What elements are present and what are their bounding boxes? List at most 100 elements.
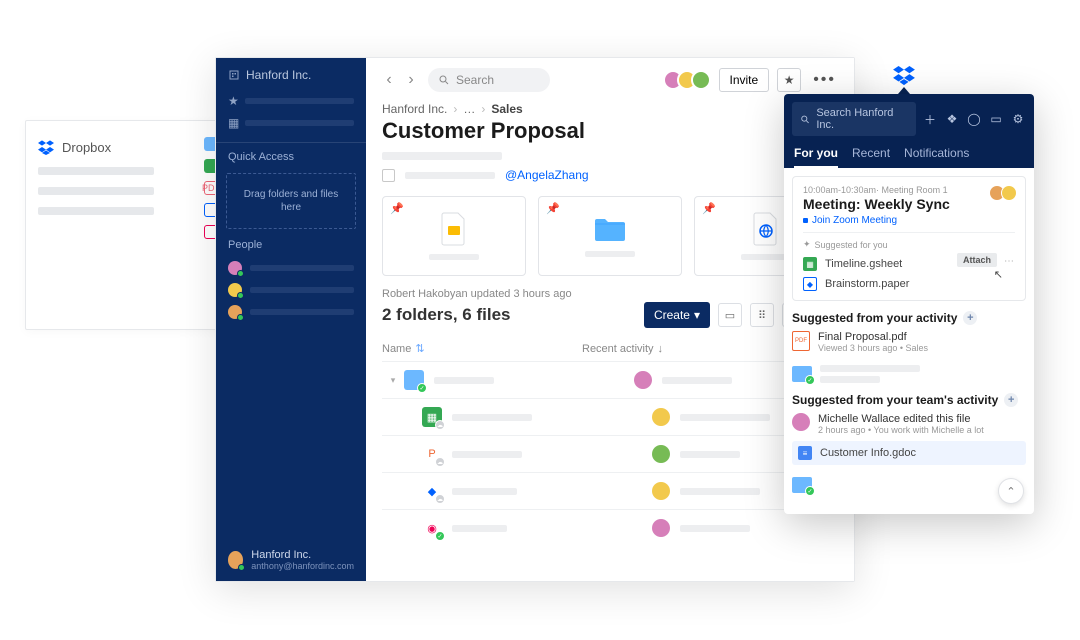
topbar: ‹ › Search Invite ★ ••• <box>366 58 854 102</box>
panel-caret-icon <box>898 87 910 94</box>
table-row[interactable]: P☁ <box>382 435 838 472</box>
dropbox-panel: Search Hanford Inc. ＋ ❖ ◯ ▭ ⚙ For you Re… <box>784 94 1034 514</box>
view-card-button[interactable]: ▭ <box>718 303 742 327</box>
slides-file-icon <box>440 212 468 246</box>
activity-file-item[interactable]: PDF Final Proposal.pdf Viewed 3 hours ag… <box>792 331 1026 353</box>
folder-summary: 2 folders, 6 files <box>382 305 511 325</box>
team-activity-item[interactable]: Michelle Wallace edited this file 2 hour… <box>792 413 1026 435</box>
scroll-up-button[interactable]: ⌃ <box>998 478 1024 504</box>
file-icon: ◉✓ <box>422 518 442 538</box>
sidebar-footer[interactable]: Hanford Inc. anthony@hanfordinc.com <box>216 539 366 581</box>
sort-down-icon: ↓ <box>658 343 664 355</box>
web-file-icon <box>752 212 780 246</box>
chevron-right-icon: › <box>481 102 485 116</box>
avatar <box>792 413 810 431</box>
attach-button[interactable]: Attach <box>957 253 997 267</box>
avatar <box>652 445 670 463</box>
people-item[interactable] <box>216 301 366 323</box>
pinned-card[interactable]: 📌 <box>382 196 526 276</box>
mention-link[interactable]: @AngelaZhang <box>505 168 589 182</box>
breadcrumb: Hanford Inc. › … › Sales <box>382 102 838 116</box>
table-row[interactable]: ◆☁ <box>382 472 838 509</box>
breadcrumb-mid[interactable]: … <box>463 102 475 116</box>
star-button[interactable]: ★ <box>777 68 801 92</box>
page-title: Customer Proposal <box>382 118 838 144</box>
panel-search-input[interactable]: Search Hanford Inc. <box>792 102 916 136</box>
search-icon <box>800 114 810 125</box>
view-grid-small-button[interactable]: ⠿ <box>750 303 774 327</box>
avatar <box>652 408 670 426</box>
gdoc-file-item[interactable]: ≡ Customer Info.gdoc <box>792 441 1026 465</box>
pin-icon: 📌 <box>702 202 716 215</box>
col-name-label[interactable]: Name <box>382 343 411 355</box>
chevron-down-icon: ▾ <box>694 308 700 322</box>
placeholder-bar <box>405 172 495 179</box>
settings-icon[interactable]: ⚙ <box>1010 112 1026 126</box>
more-icon[interactable]: ⋯ <box>1004 256 1015 267</box>
file-meta: Viewed 3 hours ago • Sales <box>818 343 928 353</box>
breadcrumb-current: Sales <box>491 102 522 116</box>
tab-for-you[interactable]: For you <box>794 146 838 168</box>
people-item[interactable] <box>216 257 366 279</box>
nav-back-button[interactable]: ‹ <box>380 71 398 89</box>
add-button[interactable]: + <box>963 311 977 325</box>
table-row[interactable]: ▾ ✓ <box>382 361 838 398</box>
pinned-card[interactable]: 📌 <box>538 196 682 276</box>
table-row[interactable]: ◉✓ <box>382 509 838 546</box>
event-title: Meeting: Weekly Sync <box>803 196 1015 212</box>
tab-recent[interactable]: Recent <box>852 146 890 168</box>
nav-forward-button[interactable]: › <box>402 71 420 89</box>
sidebar-starred[interactable]: ★ <box>216 90 366 112</box>
add-icon[interactable]: ＋ <box>922 111 938 128</box>
bg-sidebar-label: Dropbox <box>62 140 111 155</box>
search-input[interactable]: Search <box>428 68 550 92</box>
layers-icon[interactable]: ❖ <box>944 112 960 126</box>
sort-icon: ⇅ <box>415 342 424 355</box>
folder-item[interactable]: ✓ <box>792 471 1026 499</box>
sheets-file-icon: ▦ <box>803 257 817 271</box>
event-meta: 10:00am-10:30am· Meeting Room 1 <box>803 185 1015 195</box>
file-name: Final Proposal.pdf <box>818 331 928 343</box>
suggested-file[interactable]: ▦ Timeline.gsheet Attach ⋯ ↖ <box>803 254 1015 274</box>
invite-button[interactable]: Invite <box>719 68 770 92</box>
folder-open-icon[interactable]: ▭ <box>988 112 1004 126</box>
sheets-file-icon: ▦☁ <box>422 407 442 427</box>
placeholder-bar <box>38 167 154 175</box>
people-item[interactable] <box>216 279 366 301</box>
dropbox-logo-icon <box>38 139 54 155</box>
folder-item[interactable]: ✓ <box>792 359 1026 389</box>
quick-access-label: Quick Access <box>216 151 366 169</box>
event-attendees[interactable] <box>993 185 1017 201</box>
breadcrumb-root[interactable]: Hanford Inc. <box>382 102 447 116</box>
updated-text: Robert Hakobyan updated 3 hours ago <box>382 288 838 300</box>
table-row[interactable]: ▦☁ <box>382 398 838 435</box>
avatar <box>652 482 670 500</box>
add-button[interactable]: + <box>1004 393 1018 407</box>
sidebar-brand-label: Hanford Inc. <box>246 68 311 82</box>
zoom-icon <box>803 218 808 223</box>
sidebar-brand[interactable]: Hanford Inc. <box>216 58 366 90</box>
sidebar: Hanford Inc. ★ ▦ Quick Access Drag folde… <box>216 58 366 581</box>
quick-access-dropzone[interactable]: Drag folders and files here <box>226 173 356 229</box>
suggested-file[interactable]: ◆ Brainstorm.paper <box>803 274 1015 294</box>
building-icon <box>228 69 240 81</box>
globe-icon[interactable]: ◯ <box>966 112 982 126</box>
folder-icon: ✓ <box>404 370 424 390</box>
create-button[interactable]: Create▾ <box>644 302 710 328</box>
col-recent-label[interactable]: Recent activity <box>582 343 654 355</box>
dropbox-tray-icon[interactable] <box>893 66 915 94</box>
tab-notifications[interactable]: Notifications <box>904 146 969 168</box>
checkbox[interactable] <box>382 169 395 182</box>
chevron-right-icon: › <box>453 102 457 116</box>
sidebar-grid[interactable]: ▦ <box>216 112 366 134</box>
pdf-file-icon: P☁ <box>422 444 442 464</box>
people-label: People <box>216 239 366 257</box>
paper-file-icon: ◆ <box>803 277 817 291</box>
zoom-link[interactable]: Join Zoom Meeting <box>803 215 1015 226</box>
calendar-event-card[interactable]: 10:00am-10:30am· Meeting Room 1 Meeting:… <box>792 176 1026 301</box>
expand-toggle[interactable]: ▾ <box>382 375 404 386</box>
folder-icon: ✓ <box>792 477 812 493</box>
table-header: Name ⇅ Recent activity ↓ <box>382 336 838 361</box>
more-menu-button[interactable]: ••• <box>809 71 840 89</box>
member-avatars[interactable] <box>669 70 711 90</box>
